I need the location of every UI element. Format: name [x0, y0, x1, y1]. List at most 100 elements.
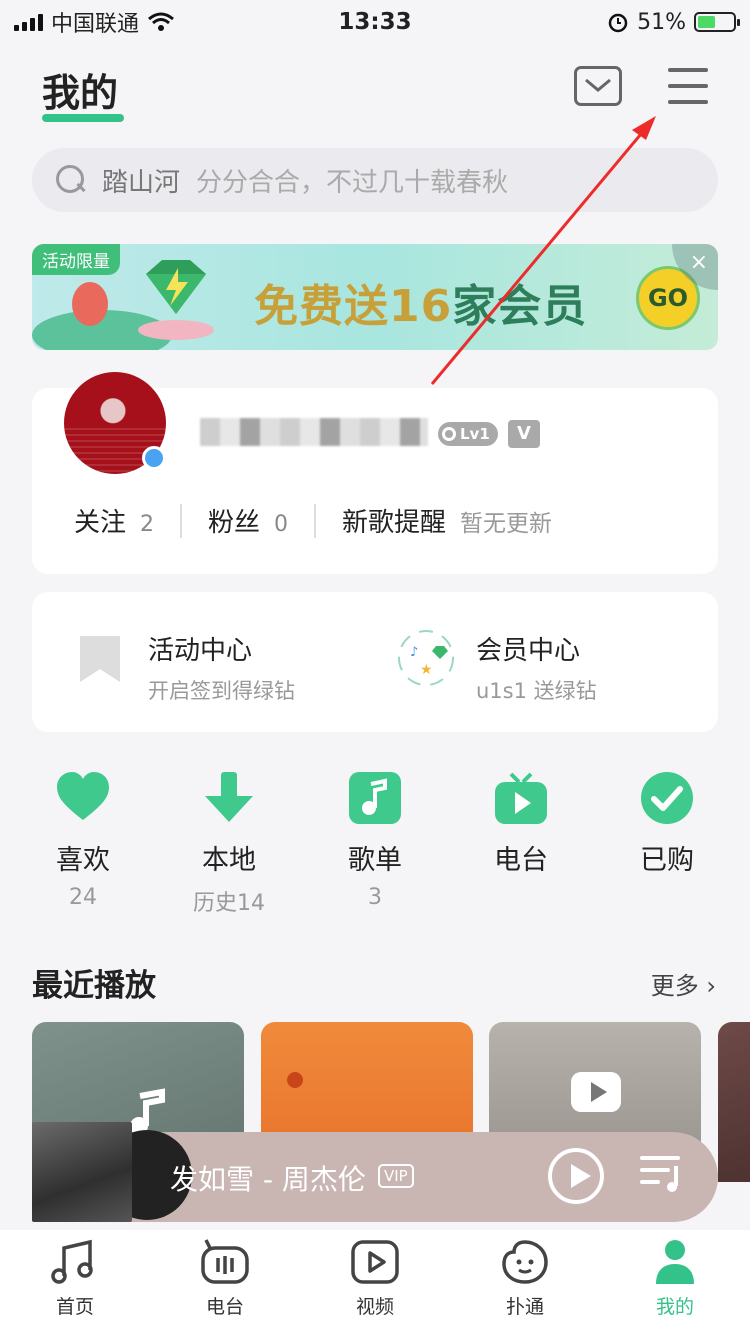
heart-icon — [57, 772, 109, 820]
video-icon — [351, 1240, 399, 1284]
quick-label: 歌单 — [348, 845, 402, 876]
quick-label: 已购 — [640, 845, 694, 876]
green-diamond-icon — [138, 260, 214, 340]
quick-count: 历史14 — [193, 891, 265, 916]
avatar-status-badge — [142, 446, 166, 470]
tab-video[interactable]: 视频 — [300, 1230, 450, 1334]
music-note-icon — [51, 1239, 93, 1284]
menu-line — [668, 68, 708, 72]
stat-label: 关注 — [74, 508, 127, 538]
signal-icon — [14, 13, 43, 31]
chat-bubble-icon — [502, 1240, 548, 1284]
quick-label: 电台 — [494, 845, 548, 876]
level-badge[interactable]: Lv1 — [438, 422, 498, 446]
recent-more-link[interactable]: 更多 › — [651, 966, 716, 1001]
quick-label: 本地 — [202, 845, 256, 876]
quick-playlists[interactable]: 歌单 3 — [302, 770, 448, 920]
battery-percent: 51% — [637, 9, 686, 35]
recent-card[interactable] — [718, 1022, 750, 1182]
recent-section-title: 最近播放 — [32, 968, 156, 1004]
activity-center-entry[interactable]: 活动中心 开启签到得绿钻 — [68, 628, 295, 705]
playlist-note-icon — [349, 772, 401, 824]
profile-stats: 关注 2 粉丝 0 新歌提醒 暂无更新 — [74, 502, 552, 539]
stat-label: 新歌提醒 — [342, 508, 447, 538]
quick-purchased[interactable]: 已购 — [594, 770, 740, 920]
playlist-line — [640, 1156, 680, 1160]
level-dot-icon — [442, 427, 456, 441]
bookmark-icon — [80, 636, 120, 682]
member-center-entry[interactable]: ♪ ★ 会员中心 u1s1 送绿钻 — [396, 628, 597, 705]
stat-fans[interactable]: 粉丝 0 — [208, 502, 288, 539]
banner-tag: 活动限量 — [32, 244, 120, 275]
profile-card[interactable]: Lv1 V 关注 2 粉丝 0 新歌提醒 暂无更新 — [32, 372, 718, 574]
svg-text:♪: ♪ — [410, 645, 418, 660]
stat-new-song-reminder[interactable]: 新歌提醒 暂无更新 — [342, 502, 552, 539]
promo-banner[interactable]: 活动限量 免费送16家会员 GO × — [32, 244, 718, 350]
member-center-icon: ♪★ — [398, 630, 454, 686]
tab-mine[interactable]: 我的 — [600, 1230, 750, 1334]
album-cover[interactable] — [32, 1122, 132, 1222]
tab-label: 首页 — [55, 1296, 94, 1318]
header: 我的 — [0, 52, 750, 132]
vip-badge-icon[interactable]: V — [508, 420, 540, 448]
playlist-button[interactable] — [640, 1154, 684, 1196]
carrier-label: 中国联通 — [51, 12, 140, 37]
quick-favorites[interactable]: 喜欢 24 — [10, 770, 156, 920]
battery-icon — [694, 12, 740, 32]
radio-tv-icon — [495, 772, 547, 824]
tab-bar: 首页 电台 视频 扑通 我的 — [0, 1230, 750, 1334]
stat-label: 粉丝 — [208, 508, 261, 538]
tab-label: 电台 — [205, 1296, 244, 1318]
tab-label: 视频 — [355, 1296, 394, 1318]
check-icon — [641, 772, 693, 824]
play-button[interactable] — [548, 1148, 604, 1204]
divider — [314, 503, 317, 538]
now-playing-title: 发如雪 - 周杰伦 — [170, 1163, 366, 1196]
entries-card: 活动中心 开启签到得绿钻 ♪ ★ 会员中心 u1s1 送绿钻 — [32, 592, 718, 732]
quick-count: 24 — [69, 885, 97, 910]
status-bar: 中国联通 13:33 51% — [0, 0, 750, 44]
stat-value: 0 — [274, 512, 289, 537]
entry-subtitle: u1s1 送绿钻 — [476, 679, 597, 703]
banner-headline: 免费送16家会员 — [254, 281, 588, 332]
video-play-triangle — [591, 1082, 607, 1102]
battery-fill — [698, 16, 716, 28]
mail-icon — [585, 78, 611, 92]
message-button[interactable] — [574, 66, 622, 106]
profile-icon — [656, 1240, 694, 1284]
menu-line — [668, 100, 708, 104]
stat-following[interactable]: 关注 2 — [74, 502, 154, 539]
menu-line — [668, 84, 708, 88]
entry-title: 活动中心 — [148, 636, 253, 666]
quick-label: 喜欢 — [56, 845, 110, 876]
entry-subtitle: 开启签到得绿钻 — [148, 679, 295, 703]
radio-icon — [201, 1239, 249, 1284]
title-underline — [42, 114, 124, 122]
tab-label: 扑通 — [505, 1296, 544, 1318]
level-label: Lv1 — [460, 425, 490, 443]
quick-access-row: 喜欢 24 本地 历史14 歌单 3 电台 已购 — [0, 770, 750, 920]
quick-local[interactable]: 本地 历史14 — [156, 770, 302, 920]
alarm-icon — [608, 13, 628, 33]
quick-count: 3 — [368, 885, 382, 910]
tab-label: 我的 — [655, 1296, 694, 1318]
search-bar[interactable]: 踏山河 分分合合，不过几十载春秋 — [32, 148, 718, 212]
menu-button[interactable] — [668, 68, 708, 104]
playlist-line — [640, 1180, 660, 1184]
mini-player[interactable]: 发如雪 - 周杰伦 VIP — [32, 1122, 718, 1222]
vip-tag: VIP — [378, 1164, 414, 1188]
note-mark-icon — [667, 1166, 678, 1192]
tab-radio[interactable]: 电台 — [150, 1230, 300, 1334]
tab-putong[interactable]: 扑通 — [450, 1230, 600, 1334]
status-time: 13:33 — [338, 9, 412, 35]
balloon-icon — [72, 282, 108, 326]
search-hint: 分分合合，不过几十载春秋 — [196, 167, 509, 198]
stat-value: 暂无更新 — [460, 511, 553, 537]
wifi-icon — [148, 12, 174, 31]
tab-home[interactable]: 首页 — [0, 1230, 150, 1334]
quick-radio[interactable]: 电台 — [448, 770, 594, 920]
divider — [180, 503, 183, 538]
entry-title: 会员中心 — [476, 636, 581, 666]
sun-decoration — [287, 1072, 303, 1088]
svg-text:★: ★ — [420, 662, 433, 678]
